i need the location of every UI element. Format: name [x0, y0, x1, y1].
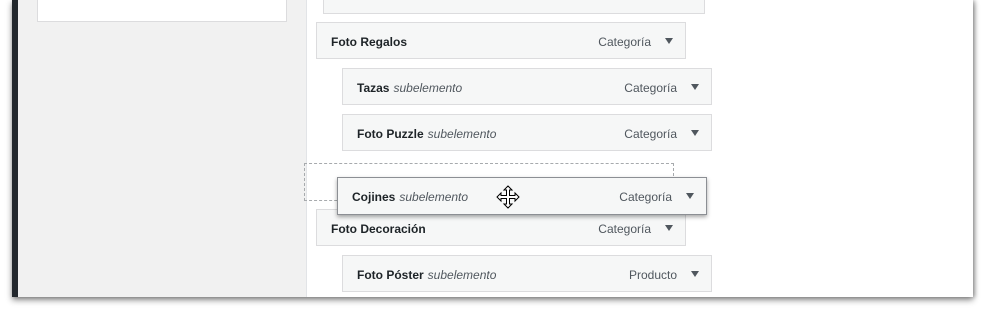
- left-panel: [18, 0, 306, 297]
- menu-item-title: Tazas subelemento: [357, 81, 463, 95]
- move-cursor-icon: [496, 185, 520, 209]
- menu-item-cojines-dragging[interactable]: Cojines subelemento Categoría: [337, 177, 707, 215]
- chevron-down-icon[interactable]: [665, 225, 673, 231]
- menu-item-type: Categoría: [624, 127, 677, 141]
- menu-item-title: Foto Póster subelemento: [357, 268, 497, 282]
- menu-item-type: Categoría: [598, 35, 651, 49]
- menu-item-title: Foto Regalos: [331, 35, 408, 49]
- menu-item-subtitle: subelemento: [427, 127, 497, 141]
- chevron-down-icon[interactable]: [665, 38, 673, 44]
- menu-item-title: Foto Decoración: [331, 222, 426, 236]
- menu-item-tazas[interactable]: Tazas subelemento Categoría: [342, 68, 712, 105]
- chevron-down-icon[interactable]: [691, 84, 699, 90]
- menu-item-title: Foto Puzzle subelemento: [357, 127, 497, 141]
- menu-item-type: Categoría: [619, 190, 672, 204]
- menu-item-partial[interactable]: [323, 0, 705, 14]
- menu-item-type: Producto: [628, 268, 677, 282]
- menu-item-foto-regalos[interactable]: Foto Regalos Categoría: [316, 22, 686, 59]
- chevron-down-icon[interactable]: [691, 271, 699, 277]
- menu-item-type: Categoría: [624, 81, 677, 95]
- menu-item-foto-puzzle[interactable]: Foto Puzzle subelemento Categoría: [342, 114, 712, 151]
- menu-item-subtitle: subelemento: [427, 268, 497, 282]
- menu-item-foto-poster[interactable]: Foto Póster subelemento Producto: [342, 255, 712, 292]
- menu-item-subtitle: subelemento: [393, 81, 463, 95]
- menu-item-subtitle: subelemento: [399, 190, 469, 204]
- left-panel-box: [37, 0, 287, 22]
- chevron-down-icon[interactable]: [686, 193, 694, 199]
- chevron-down-icon[interactable]: [691, 130, 699, 136]
- menu-item-title: Cojines subelemento: [352, 190, 469, 204]
- menu-item-type: Categoría: [598, 222, 651, 236]
